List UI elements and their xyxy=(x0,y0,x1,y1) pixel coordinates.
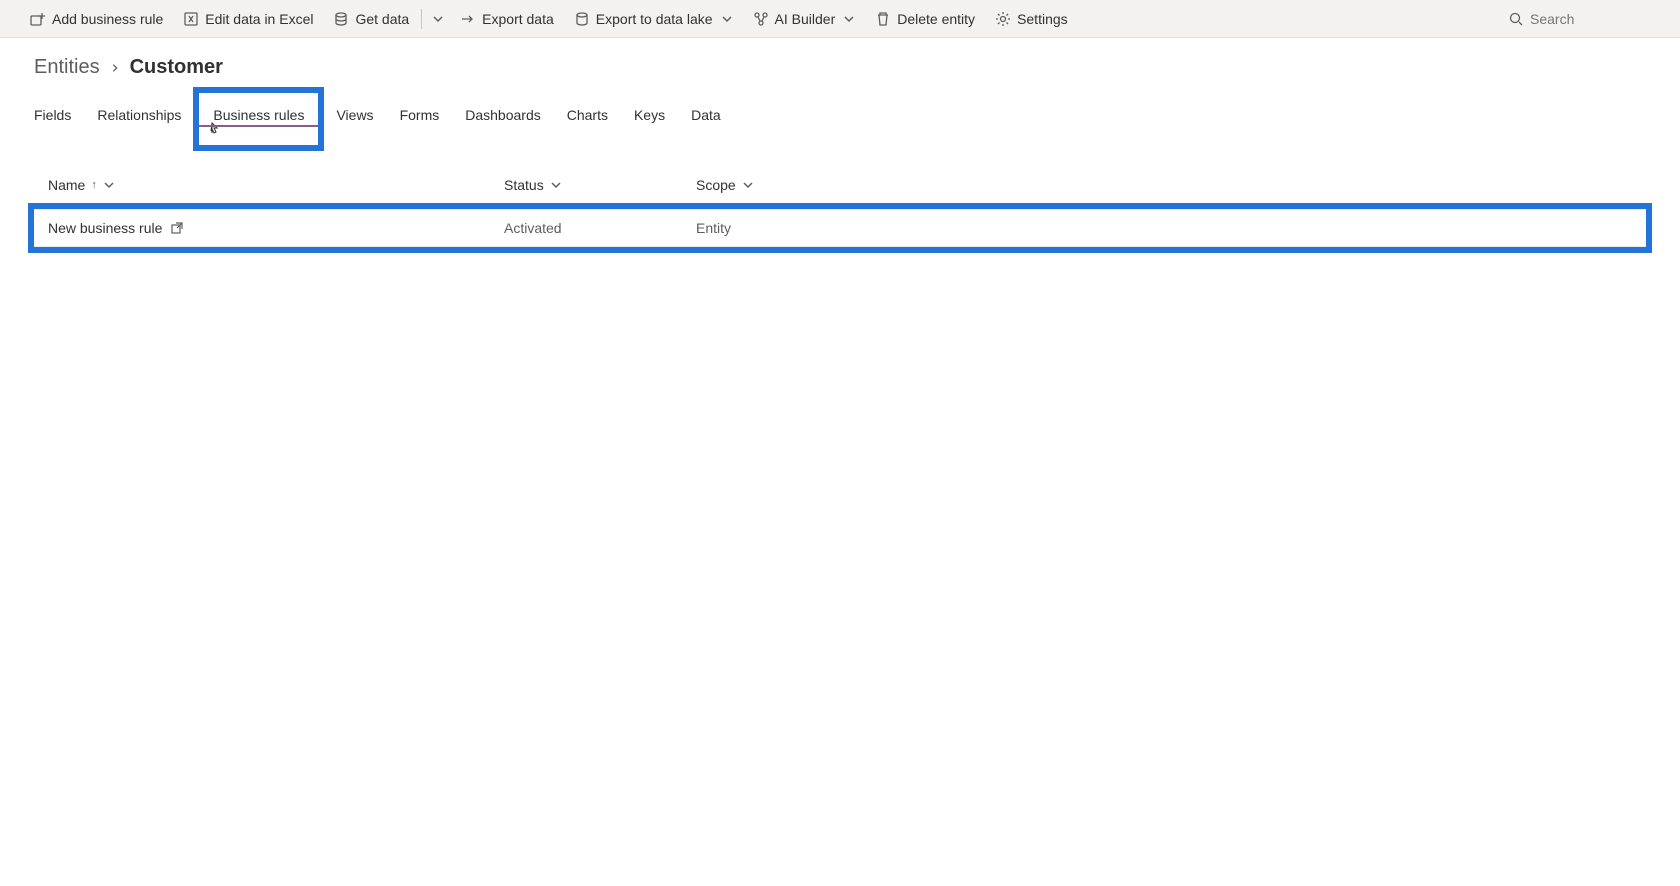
export-data-lake-button[interactable]: Export to data lake xyxy=(564,0,743,38)
chevron-down-icon xyxy=(432,13,444,25)
export-data-label: Export data xyxy=(482,11,554,27)
tab-forms[interactable]: Forms xyxy=(400,97,440,133)
column-header-name-label: Name xyxy=(48,177,85,193)
tab-business-rules-label: Business rules xyxy=(213,107,304,123)
chevron-down-icon xyxy=(550,179,562,191)
get-data-label: Get data xyxy=(355,11,409,27)
export-data-button[interactable]: Export data xyxy=(450,0,564,38)
cell-scope: Entity xyxy=(696,220,1632,236)
column-header-scope[interactable]: Scope xyxy=(696,177,1632,193)
cell-name: New business rule xyxy=(48,220,504,236)
command-bar-right xyxy=(1508,11,1660,27)
excel-icon xyxy=(183,11,199,27)
column-header-scope-label: Scope xyxy=(696,177,736,193)
toolbar-divider xyxy=(421,9,422,29)
tab-views[interactable]: Views xyxy=(336,97,373,133)
tab-fields[interactable]: Fields xyxy=(34,97,71,133)
data-lake-icon xyxy=(574,11,590,27)
database-icon xyxy=(333,11,349,27)
search-box[interactable] xyxy=(1508,11,1660,27)
tab-data[interactable]: Data xyxy=(691,97,721,133)
ai-builder-button[interactable]: AI Builder xyxy=(743,0,866,38)
search-input[interactable] xyxy=(1530,11,1650,27)
ai-builder-label: AI Builder xyxy=(775,11,836,27)
tab-relationships[interactable]: Relationships xyxy=(97,97,181,133)
column-header-status-label: Status xyxy=(504,177,544,193)
breadcrumb-current: Customer xyxy=(130,56,223,79)
tab-keys[interactable]: Keys xyxy=(634,97,665,133)
get-data-button[interactable]: Get data xyxy=(323,0,419,38)
command-bar-left: Add business rule Edit data in Excel Get… xyxy=(20,0,1508,38)
breadcrumb-root[interactable]: Entities xyxy=(34,56,100,79)
sort-asc-icon: ↑ xyxy=(91,179,97,191)
gear-icon xyxy=(995,11,1011,27)
cursor-pointer-icon xyxy=(207,121,223,137)
delete-icon xyxy=(875,11,891,27)
table-header-row: Name ↑ Status Scope xyxy=(34,177,1646,203)
add-rule-icon xyxy=(30,11,46,27)
tab-charts[interactable]: Charts xyxy=(567,97,608,133)
tab-dashboards[interactable]: Dashboards xyxy=(465,97,541,133)
get-data-dropdown-button[interactable] xyxy=(424,0,450,38)
column-header-status[interactable]: Status xyxy=(504,177,696,193)
export-icon xyxy=(460,11,476,27)
ai-builder-icon xyxy=(753,11,769,27)
highlighted-row-annotation: New business rule Activated Entity xyxy=(28,203,1652,253)
search-icon xyxy=(1508,11,1524,27)
settings-button[interactable]: Settings xyxy=(985,0,1078,38)
entity-tabs: Fields Relationships Business rules View… xyxy=(34,97,1646,149)
rule-name-text[interactable]: New business rule xyxy=(48,220,162,236)
column-header-name[interactable]: Name ↑ xyxy=(48,177,504,193)
chevron-down-icon xyxy=(721,13,733,25)
settings-label: Settings xyxy=(1017,11,1068,27)
delete-entity-button[interactable]: Delete entity xyxy=(865,0,985,38)
chevron-down-icon xyxy=(843,13,855,25)
edit-data-excel-button[interactable]: Edit data in Excel xyxy=(173,0,323,38)
breadcrumb: Entities Customer xyxy=(34,56,1646,79)
delete-entity-label: Delete entity xyxy=(897,11,975,27)
chevron-down-icon xyxy=(742,179,754,191)
chevron-down-icon xyxy=(103,179,115,191)
content-area: Entities Customer Fields Relationships B… xyxy=(0,38,1680,253)
export-data-lake-label: Export to data lake xyxy=(596,11,713,27)
add-business-rule-label: Add business rule xyxy=(52,11,163,27)
command-bar: Add business rule Edit data in Excel Get… xyxy=(0,0,1680,38)
edit-data-excel-label: Edit data in Excel xyxy=(205,11,313,27)
chevron-right-icon xyxy=(110,60,120,76)
table-row[interactable]: New business rule Activated Entity xyxy=(34,209,1646,247)
add-business-rule-button[interactable]: Add business rule xyxy=(20,0,173,38)
tab-business-rules[interactable]: Business rules xyxy=(193,87,324,151)
open-new-window-icon[interactable] xyxy=(170,221,184,235)
cell-status: Activated xyxy=(504,220,696,236)
